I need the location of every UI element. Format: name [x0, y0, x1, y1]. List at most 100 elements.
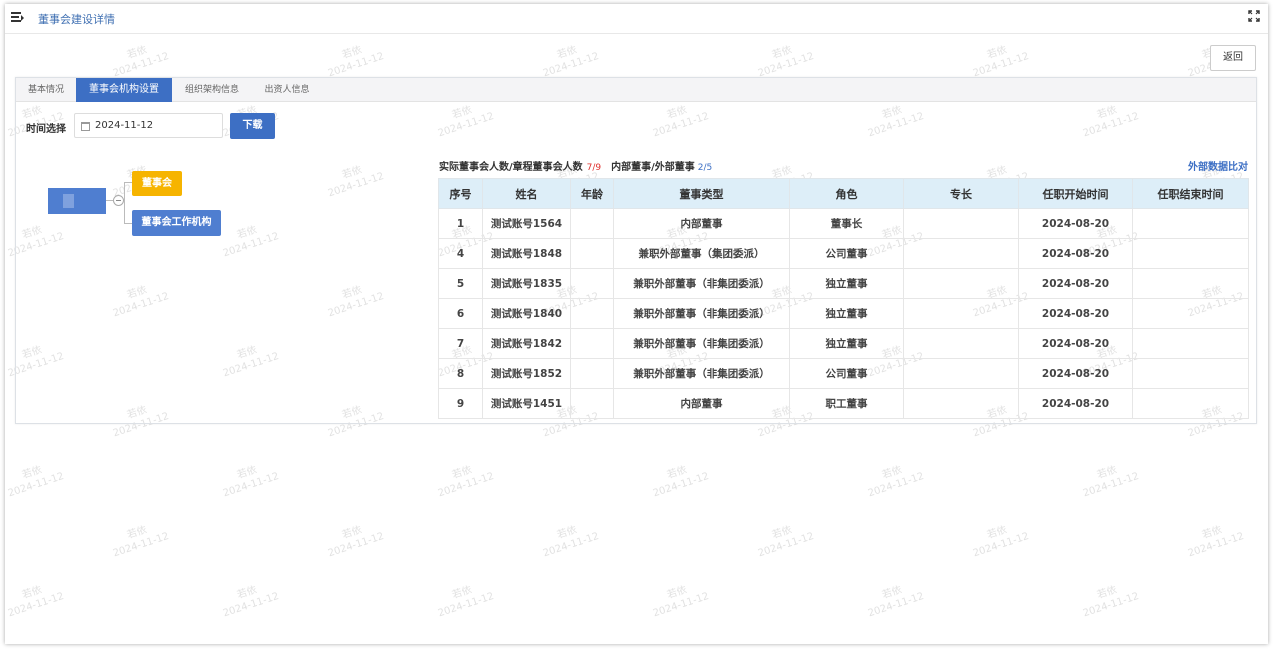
tree-root-blurred-label	[63, 194, 74, 208]
table-cell: 1	[438, 208, 483, 239]
table-cell: 2024-08-20	[1018, 328, 1133, 359]
table-row: 7 测试账号1842 兼职外部董事（非集团委派） 独立董事 2024-08-20	[438, 328, 1249, 359]
table-cell: 测试账号1835	[482, 268, 571, 299]
table-cell	[570, 328, 614, 359]
table-cell: 4	[438, 238, 483, 269]
watermark: 若依2024-11-12	[537, 518, 601, 561]
watermark-date: 2024-11-12	[1186, 530, 1246, 560]
content-panel: 基本情况 董事会机构设置 组织架构信息 出资人信息 时间选择 2024-11-1…	[15, 77, 1257, 424]
download-button[interactable]: 下载	[230, 113, 275, 139]
table-cell	[903, 208, 1019, 239]
watermark-name: 若依	[770, 44, 794, 62]
watermark-date: 2024-11-12	[221, 590, 281, 620]
watermark: 若依2024-11-12	[5, 578, 66, 621]
table-cell	[1132, 238, 1249, 269]
table-cell	[1132, 298, 1249, 329]
watermark-name: 若依	[880, 464, 904, 482]
table-row: 6 测试账号1840 兼职外部董事（非集团委派） 独立董事 2024-08-20	[438, 298, 1249, 329]
external-compare-link[interactable]: 外部数据比对	[1188, 158, 1248, 173]
tree-connector	[124, 223, 132, 224]
tab-org-structure[interactable]: 组织架构信息	[172, 78, 252, 102]
tab-board-structure[interactable]: 董事会机构设置	[76, 78, 172, 102]
watermark-date: 2024-11-12	[651, 470, 711, 500]
date-value: 2024-11-12	[95, 120, 154, 131]
watermark-date: 2024-11-12	[6, 470, 66, 500]
watermark-date: 2024-11-12	[1081, 590, 1141, 620]
watermark-date: 2024-11-12	[971, 530, 1031, 560]
watermark: 若依2024-11-12	[862, 578, 926, 621]
table-cell: 公司董事	[789, 358, 904, 389]
tree-connector	[106, 200, 113, 201]
watermark: 若依2024-11-12	[432, 578, 496, 621]
tab-investor-info[interactable]: 出资人信息	[252, 78, 322, 102]
watermark-name: 若依	[1095, 464, 1119, 482]
table-cell	[1132, 208, 1249, 239]
fullscreen-icon[interactable]	[1248, 10, 1260, 22]
table-cell	[570, 268, 614, 299]
tree-node-board[interactable]: 董事会	[132, 171, 182, 196]
watermark-date: 2024-11-12	[436, 590, 496, 620]
menu-fold-icon[interactable]	[11, 10, 25, 24]
tree-root-node[interactable]	[48, 188, 106, 214]
watermark: 若依2024-11-12	[537, 38, 601, 81]
watermark-name: 若依	[770, 524, 794, 542]
watermark: 若依2024-11-12	[752, 38, 816, 81]
top-bar: 董事会建设详情	[5, 4, 1268, 34]
watermark-date: 2024-11-12	[541, 530, 601, 560]
watermark: 若依2024-11-12	[1077, 458, 1141, 501]
table-cell: 独立董事	[789, 328, 904, 359]
watermark: 若依2024-11-12	[217, 458, 281, 501]
watermark-name: 若依	[555, 524, 579, 542]
table-cell: 5	[438, 268, 483, 299]
table-cell	[1132, 358, 1249, 389]
calendar-icon	[81, 122, 90, 131]
table-cell: 测试账号1852	[482, 358, 571, 389]
column-header: 年龄	[570, 178, 614, 209]
date-label: 时间选择	[26, 124, 66, 135]
internal-external-label: 内部董事/外部董事	[611, 162, 695, 173]
table-cell: 测试账号1842	[482, 328, 571, 359]
table-cell: 8	[438, 358, 483, 389]
internal-external-value: 2/5	[697, 163, 713, 173]
table-cell	[903, 388, 1019, 419]
watermark-name: 若依	[665, 464, 689, 482]
watermark-name: 若依	[20, 584, 44, 602]
collapse-icon[interactable]	[113, 195, 124, 206]
watermark-name: 若依	[235, 584, 259, 602]
table-cell	[903, 358, 1019, 389]
watermark: 若依2024-11-12	[647, 458, 711, 501]
table-cell: 兼职外部董事（集团委派）	[613, 238, 790, 269]
watermark: 若依2024-11-12	[752, 518, 816, 561]
watermark-name: 若依	[20, 464, 44, 482]
back-button[interactable]: 返回	[1210, 45, 1256, 71]
table-row: 1 测试账号1564 内部董事 董事长 2024-08-20	[438, 208, 1249, 239]
watermark-name: 若依	[1200, 524, 1224, 542]
table-cell	[570, 238, 614, 269]
table-cell: 董事长	[789, 208, 904, 239]
watermark: 若依2024-11-12	[322, 38, 386, 81]
watermark-name: 若依	[450, 584, 474, 602]
table-cell: 兼职外部董事（非集团委派）	[613, 268, 790, 299]
table-cell: 兼职外部董事（非集团委派）	[613, 298, 790, 329]
table-cell: 2024-08-20	[1018, 208, 1133, 239]
table-cell: 2024-08-20	[1018, 388, 1133, 419]
watermark-date: 2024-11-12	[111, 50, 171, 80]
table-cell	[570, 388, 614, 419]
table-cell	[1132, 388, 1249, 419]
watermark: 若依2024-11-12	[107, 38, 171, 81]
watermark-date: 2024-11-12	[221, 470, 281, 500]
table-cell: 内部董事	[613, 388, 790, 419]
table-cell: 2024-08-20	[1018, 268, 1133, 299]
table-header-row: 序号 姓名 年龄 董事类型 角色 专长 任职开始时间 任职结束时间	[438, 178, 1249, 209]
column-header: 董事类型	[613, 178, 790, 209]
tab-basic-info[interactable]: 基本情况	[16, 78, 76, 102]
table-row: 4 测试账号1848 兼职外部董事（集团委派） 公司董事 2024-08-20	[438, 238, 1249, 269]
date-picker[interactable]: 2024-11-12	[74, 113, 223, 138]
actual-count-value: 7/9	[586, 163, 602, 173]
watermark: 若依2024-11-12	[1182, 518, 1246, 561]
watermark: 若依2024-11-12	[862, 458, 926, 501]
watermark-date: 2024-11-12	[326, 530, 386, 560]
tree-node-work-body[interactable]: 董事会工作机构	[132, 210, 221, 236]
watermark-name: 若依	[665, 584, 689, 602]
watermark: 若依2024-11-12	[967, 38, 1031, 81]
